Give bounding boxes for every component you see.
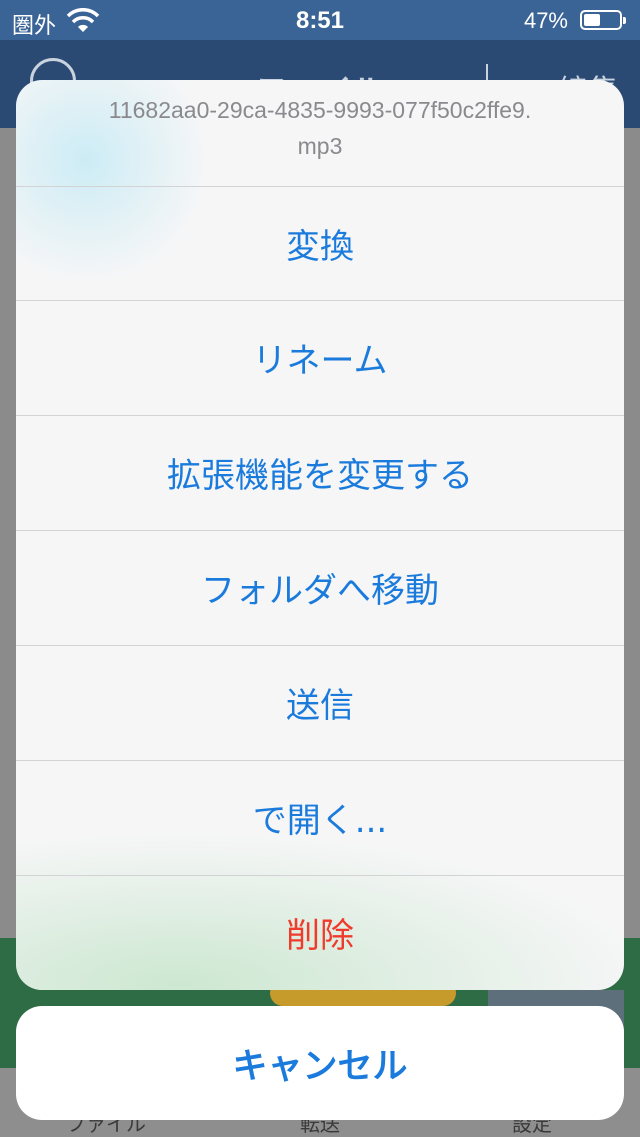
change-extension-button[interactable]: 拡張機能を変更する — [16, 415, 624, 529]
action-sheet: 11682aa0-29ca-4835-9993-077f50c2ffe9. mp… — [16, 80, 624, 990]
rename-button[interactable]: リネーム — [16, 300, 624, 414]
convert-button[interactable]: 変換 — [16, 186, 624, 300]
cancel-button[interactable]: キャンセル — [16, 1006, 624, 1120]
file-name-line2: mp3 — [297, 133, 343, 159]
delete-button[interactable]: 削除 — [16, 875, 624, 989]
battery-percent: 47% — [523, 8, 568, 33]
status-bar: 圏外 8:51 47% — [0, 0, 640, 40]
open-in-button[interactable]: で開く... — [16, 760, 624, 874]
battery-icon — [580, 10, 626, 30]
file-name-line1: 11682aa0-29ca-4835-9993-077f50c2ffe9. — [108, 97, 532, 123]
battery-level-fill — [584, 14, 600, 26]
move-to-folder-button[interactable]: フォルダへ移動 — [16, 530, 624, 644]
send-button[interactable]: 送信 — [16, 645, 624, 759]
action-sheet-title: 11682aa0-29ca-4835-9993-077f50c2ffe9. mp… — [16, 80, 624, 186]
